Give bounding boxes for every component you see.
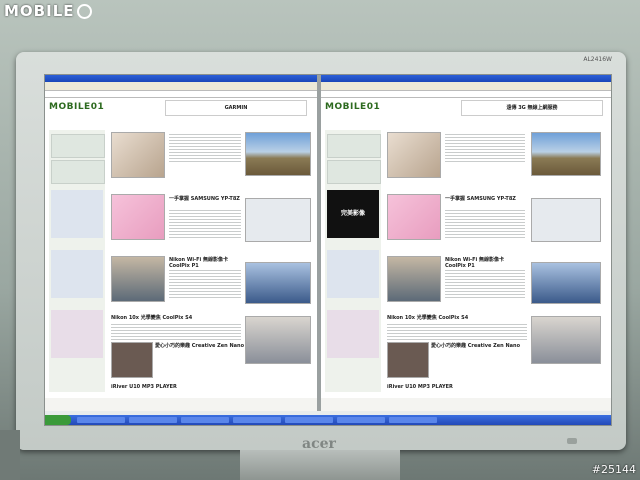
monitor: AL2416W MOBILE01 GARMIN 一手掌握 SAMSUNG YP-… <box>16 52 626 452</box>
category-box-left[interactable] <box>51 160 105 184</box>
tablet-photo-left[interactable] <box>245 316 311 364</box>
article-thumb-left-3[interactable] <box>111 256 165 302</box>
article-title-left-1[interactable]: Nikon Wi-Fi 無線影像卡 CoolPix P1 <box>169 256 241 269</box>
address-bar-right[interactable] <box>321 91 611 98</box>
webpage-right: MOBILE01 遠傳 3G 無線上網服務 完美影像 一手掌握 SAMSUNG … <box>321 98 611 398</box>
article-text-left-3 <box>169 270 241 300</box>
banner-ad-right[interactable]: 遠傳 3G 無線上網服務 <box>461 100 603 116</box>
article-title-left-5[interactable]: iRiver U10 MP3 PLAYER <box>111 384 241 390</box>
product-photo-left-2[interactable] <box>111 342 153 378</box>
article-thumb-left-2[interactable] <box>111 194 165 240</box>
monitor-screen: MOBILE01 GARMIN 一手掌握 SAMSUNG YP-T8Z Niko <box>44 74 612 426</box>
taskbar-item-5[interactable] <box>285 417 333 423</box>
start-button[interactable] <box>45 415 71 425</box>
side-ad-right-2[interactable] <box>327 250 379 298</box>
titlebar-right <box>321 75 611 82</box>
article-text-left-2 <box>169 210 241 240</box>
webpage-left: MOBILE01 GARMIN 一手掌握 SAMSUNG YP-T8Z Niko <box>45 98 317 398</box>
photo-watermark-logo: MOBILE <box>4 2 92 20</box>
side-ad-right-1[interactable]: 完美影像 <box>327 190 379 238</box>
landscape-photo-right[interactable] <box>531 132 601 176</box>
browser-window-right: MOBILE01 遠傳 3G 無線上網服務 完美影像 一手掌握 SAMSUNG … <box>321 75 611 411</box>
product-photo-right[interactable] <box>531 198 601 242</box>
article-thumb-left-1[interactable] <box>111 132 165 178</box>
article-text-left-1 <box>169 134 241 164</box>
search-box-left[interactable] <box>51 134 105 158</box>
landscape-photo-left[interactable] <box>245 132 311 176</box>
article-text-right-4 <box>387 324 527 340</box>
side-ad-left-3[interactable] <box>51 310 103 358</box>
toolbar-right <box>321 82 611 91</box>
site-logo-left[interactable]: MOBILE01 <box>49 102 104 112</box>
taskbar-item-4[interactable] <box>233 417 281 423</box>
article-title-left-3[interactable]: 一手掌握 SAMSUNG YP-T8Z <box>169 195 241 202</box>
laptop-photo-left[interactable] <box>245 262 311 304</box>
article-thumb-right-3[interactable] <box>387 256 441 302</box>
article-text-left-4 <box>111 324 241 340</box>
toolbar-left <box>45 82 317 91</box>
cable <box>0 430 20 480</box>
article-text-right-1 <box>445 134 525 164</box>
monitor-stand <box>240 450 400 480</box>
sidebar-right: 完美影像 <box>325 130 381 392</box>
sidebar-left <box>49 130 105 392</box>
site-logo-right[interactable]: MOBILE01 <box>325 102 380 112</box>
browser-window-left: MOBILE01 GARMIN 一手掌握 SAMSUNG YP-T8Z Niko <box>45 75 317 411</box>
article-text-right-3 <box>445 270 525 300</box>
article-title-right-3[interactable]: 一手掌握 SAMSUNG YP-T8Z <box>445 195 525 202</box>
power-button[interactable] <box>567 438 577 444</box>
side-ad-left-1[interactable] <box>51 190 103 238</box>
side-ad-right-3[interactable] <box>327 310 379 358</box>
category-box-right[interactable] <box>327 160 381 184</box>
logo-ring-icon <box>76 4 92 19</box>
taskbar-item-1[interactable] <box>77 417 125 423</box>
address-bar-left[interactable] <box>45 91 317 98</box>
article-title-left-4[interactable]: 愛心小巧的樂趣 Creative Zen Nano <box>155 342 245 349</box>
taskbar-item-6[interactable] <box>337 417 385 423</box>
titlebar-left <box>45 75 317 82</box>
product-photo-left[interactable] <box>245 198 311 242</box>
article-title-right-4[interactable]: 愛心小巧的樂趣 Creative Zen Nano <box>431 342 527 349</box>
side-ad-left-2[interactable] <box>51 250 103 298</box>
search-box-right[interactable] <box>327 134 381 158</box>
taskbar-item-7[interactable] <box>389 417 437 423</box>
article-title-right-1[interactable]: Nikon Wi-Fi 無線影像卡 CoolPix P1 <box>445 256 525 269</box>
article-title-right-2[interactable]: Nikon 10x 光學變焦 CoolPix S4 <box>387 314 527 321</box>
article-thumb-right-1[interactable] <box>387 132 441 178</box>
post-number: #25144 <box>591 463 636 476</box>
laptop-photo-right[interactable] <box>531 262 601 304</box>
article-thumb-right-2[interactable] <box>387 194 441 240</box>
article-title-left-2[interactable]: Nikon 10x 光學變焦 CoolPix S4 <box>111 314 241 321</box>
article-title-right-5[interactable]: iRiver U10 MP3 PLAYER <box>387 384 527 390</box>
taskbar <box>45 415 611 425</box>
monitor-model: AL2416W <box>583 56 612 63</box>
taskbar-item-3[interactable] <box>181 417 229 423</box>
tablet-photo-right[interactable] <box>531 316 601 364</box>
taskbar-item-2[interactable] <box>129 417 177 423</box>
banner-ad-left[interactable]: GARMIN <box>165 100 307 116</box>
product-photo-right-2[interactable] <box>387 342 429 378</box>
article-text-right-2 <box>445 210 525 240</box>
